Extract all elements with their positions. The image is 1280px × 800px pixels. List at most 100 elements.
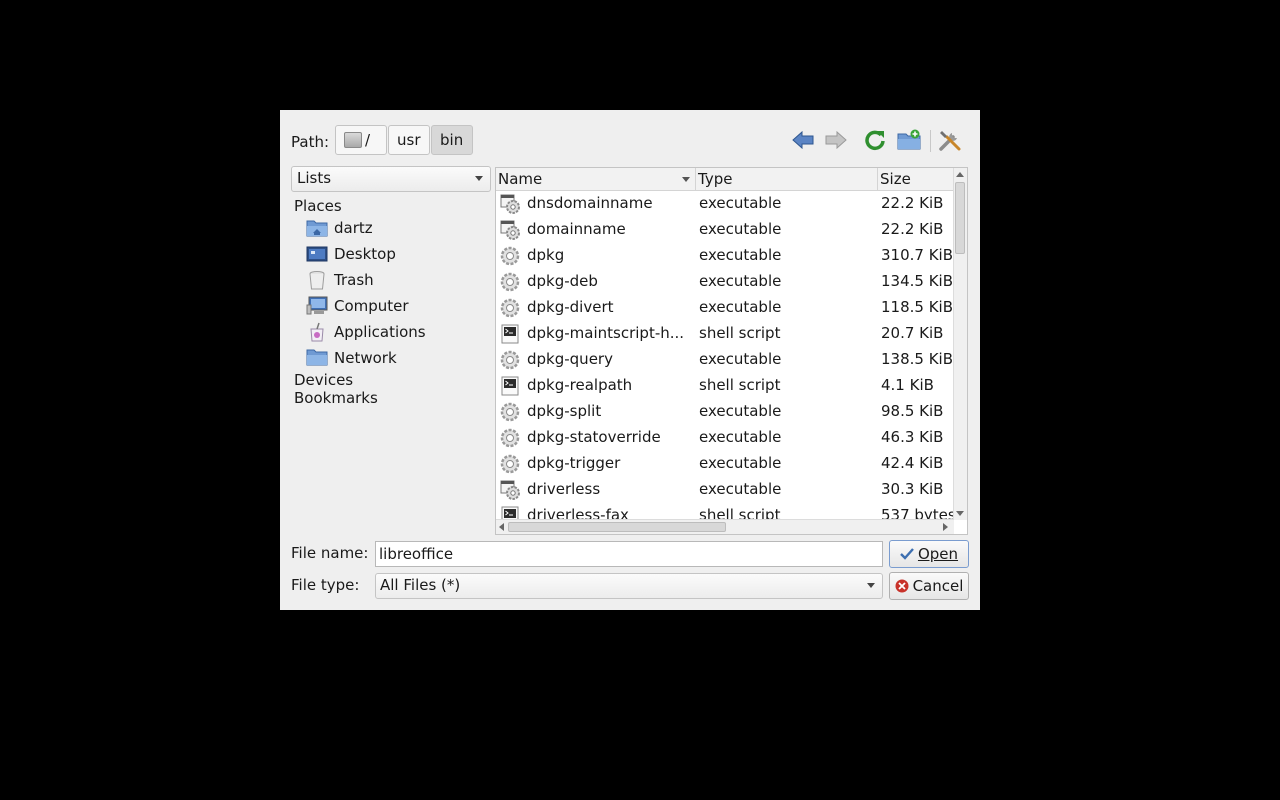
view-mode-select[interactable]: Lists bbox=[291, 166, 491, 192]
cancel-button-label: Cancel bbox=[912, 577, 964, 595]
forward-button[interactable] bbox=[822, 126, 850, 154]
path-crumb-root-label: / bbox=[365, 131, 371, 149]
file-type-cell: executable bbox=[699, 454, 782, 472]
checkmark-icon bbox=[900, 548, 914, 560]
file-size-cell: 98.5 KiB bbox=[881, 402, 944, 420]
file-type-select[interactable]: All Files (*) bbox=[375, 573, 883, 599]
file-size-cell: 4.1 KiB bbox=[881, 376, 934, 394]
vertical-scroll-thumb[interactable] bbox=[955, 182, 965, 254]
vertical-scrollbar[interactable] bbox=[953, 168, 967, 520]
toolbar-separator bbox=[930, 130, 931, 152]
file-open-dialog: Path: / usr bin Lists Places dartz Deskt… bbox=[280, 110, 980, 610]
file-rows: dnsdomainname executable 22.2 KiB domainnam… bbox=[496, 190, 954, 520]
file-type-cell: executable bbox=[699, 402, 782, 420]
chevron-down-icon bbox=[475, 176, 483, 181]
file-name-cell: dpkg-split bbox=[527, 402, 602, 420]
file-list-header: Name Type Size bbox=[496, 168, 954, 191]
table-row[interactable]: dpkg-query executable 138.5 KiB bbox=[496, 346, 954, 372]
bookmarks-heading[interactable]: Bookmarks bbox=[294, 388, 378, 408]
scroll-left-icon[interactable] bbox=[499, 523, 504, 531]
horizontal-scrollbar[interactable] bbox=[496, 519, 954, 534]
column-header-type[interactable]: Type bbox=[696, 168, 878, 190]
file-list[interactable]: Name Type Size dnsdomainname executable 22… bbox=[495, 167, 968, 535]
file-name-cell: dpkg-deb bbox=[527, 272, 598, 290]
file-name-cell: driverless bbox=[527, 480, 601, 498]
places-heading[interactable]: Places bbox=[294, 196, 342, 216]
open-button[interactable]: Open bbox=[889, 540, 969, 568]
back-button[interactable] bbox=[789, 126, 817, 154]
file-name-cell: dpkg bbox=[527, 246, 565, 264]
cancel-icon bbox=[895, 579, 909, 593]
file-name-input[interactable] bbox=[375, 541, 883, 567]
file-size-cell: 22.2 KiB bbox=[881, 194, 944, 212]
table-row[interactable]: dpkg-divert executable 118.5 KiB bbox=[496, 294, 954, 320]
scroll-right-icon[interactable] bbox=[943, 523, 948, 531]
table-row[interactable]: dpkg executable 310.7 KiB bbox=[496, 242, 954, 268]
gear-icon bbox=[500, 428, 520, 448]
file-name-cell: domainname bbox=[527, 220, 626, 238]
column-header-name-label: Name bbox=[498, 170, 543, 188]
file-type-cell: executable bbox=[699, 194, 782, 212]
table-row[interactable]: dpkg-trigger executable 42.4 KiB bbox=[496, 450, 954, 476]
back-arrow-icon bbox=[792, 131, 814, 149]
file-size-cell: 22.2 KiB bbox=[881, 220, 944, 238]
chevron-down-icon bbox=[867, 583, 875, 588]
table-row[interactable]: domainname executable 22.2 KiB bbox=[496, 216, 954, 242]
executable-icon bbox=[500, 220, 520, 240]
sidebar-item-label: Computer bbox=[334, 297, 409, 315]
sidebar-item-label: Network bbox=[334, 349, 397, 367]
cancel-button[interactable]: Cancel bbox=[889, 572, 969, 600]
table-row[interactable]: dpkg-split executable 98.5 KiB bbox=[496, 398, 954, 424]
open-button-label: Open bbox=[917, 545, 959, 563]
new-folder-icon bbox=[897, 129, 921, 150]
horizontal-scroll-thumb[interactable] bbox=[508, 522, 726, 532]
sort-descending-icon bbox=[682, 177, 690, 182]
path-crumb-root[interactable]: / bbox=[335, 125, 387, 155]
file-size-cell: 138.5 KiB bbox=[881, 350, 954, 368]
sidebar-item-label: Desktop bbox=[334, 245, 396, 263]
scroll-up-icon[interactable] bbox=[956, 172, 964, 177]
table-row[interactable]: driverless-fax shell script 537 bytes bbox=[496, 502, 954, 520]
new-folder-button[interactable] bbox=[895, 126, 923, 154]
table-row[interactable]: dpkg-statoverride executable 46.3 KiB bbox=[496, 424, 954, 450]
table-row[interactable]: driverless executable 30.3 KiB bbox=[496, 476, 954, 502]
file-name-label: File name: bbox=[291, 544, 369, 562]
table-row[interactable]: dpkg-deb executable 134.5 KiB bbox=[496, 268, 954, 294]
path-crumb-bin[interactable]: bin bbox=[431, 125, 473, 155]
path-crumb-usr[interactable]: usr bbox=[388, 125, 430, 155]
file-name-cell: dpkg-realpath bbox=[527, 376, 633, 394]
sidebar-item-network[interactable]: Network bbox=[306, 346, 397, 370]
table-row[interactable]: dnsdomainname executable 22.2 KiB bbox=[496, 190, 954, 216]
table-row[interactable]: dpkg-maintscript-h... shell script 20.7 Ki… bbox=[496, 320, 954, 346]
applications-icon bbox=[306, 322, 328, 342]
file-size-cell: 20.7 KiB bbox=[881, 324, 944, 342]
column-header-size[interactable]: Size bbox=[878, 168, 954, 190]
table-row[interactable]: dpkg-realpath shell script 4.1 KiB bbox=[496, 372, 954, 398]
sidebar-item-computer[interactable]: Computer bbox=[306, 294, 409, 318]
executable-icon bbox=[500, 194, 520, 214]
devices-heading[interactable]: Devices bbox=[294, 370, 353, 390]
script-icon bbox=[500, 324, 520, 344]
script-icon bbox=[500, 376, 520, 396]
trash-icon bbox=[306, 270, 328, 290]
file-type-cell: shell script bbox=[699, 324, 781, 342]
file-type-label: File type: bbox=[291, 576, 360, 594]
file-name-cell: driverless-fax bbox=[527, 506, 629, 520]
sidebar-item-dartz[interactable]: dartz bbox=[306, 216, 373, 240]
gear-icon bbox=[500, 298, 520, 318]
scroll-down-icon[interactable] bbox=[956, 511, 964, 516]
sidebar-item-applications[interactable]: Applications bbox=[306, 320, 426, 344]
sidebar-item-trash[interactable]: Trash bbox=[306, 268, 374, 292]
reload-button[interactable] bbox=[861, 126, 889, 154]
file-name-cell: dpkg-statoverride bbox=[527, 428, 661, 446]
column-header-name[interactable]: Name bbox=[496, 168, 696, 190]
file-type-value: All Files (*) bbox=[380, 576, 461, 594]
options-button[interactable] bbox=[936, 126, 964, 154]
gear-icon bbox=[500, 246, 520, 266]
view-mode-value: Lists bbox=[297, 169, 332, 187]
file-size-cell: 46.3 KiB bbox=[881, 428, 944, 446]
sidebar-item-desktop[interactable]: Desktop bbox=[306, 242, 396, 266]
home-folder-icon bbox=[306, 218, 328, 238]
file-type-cell: executable bbox=[699, 246, 782, 264]
file-name-cell: dpkg-query bbox=[527, 350, 613, 368]
